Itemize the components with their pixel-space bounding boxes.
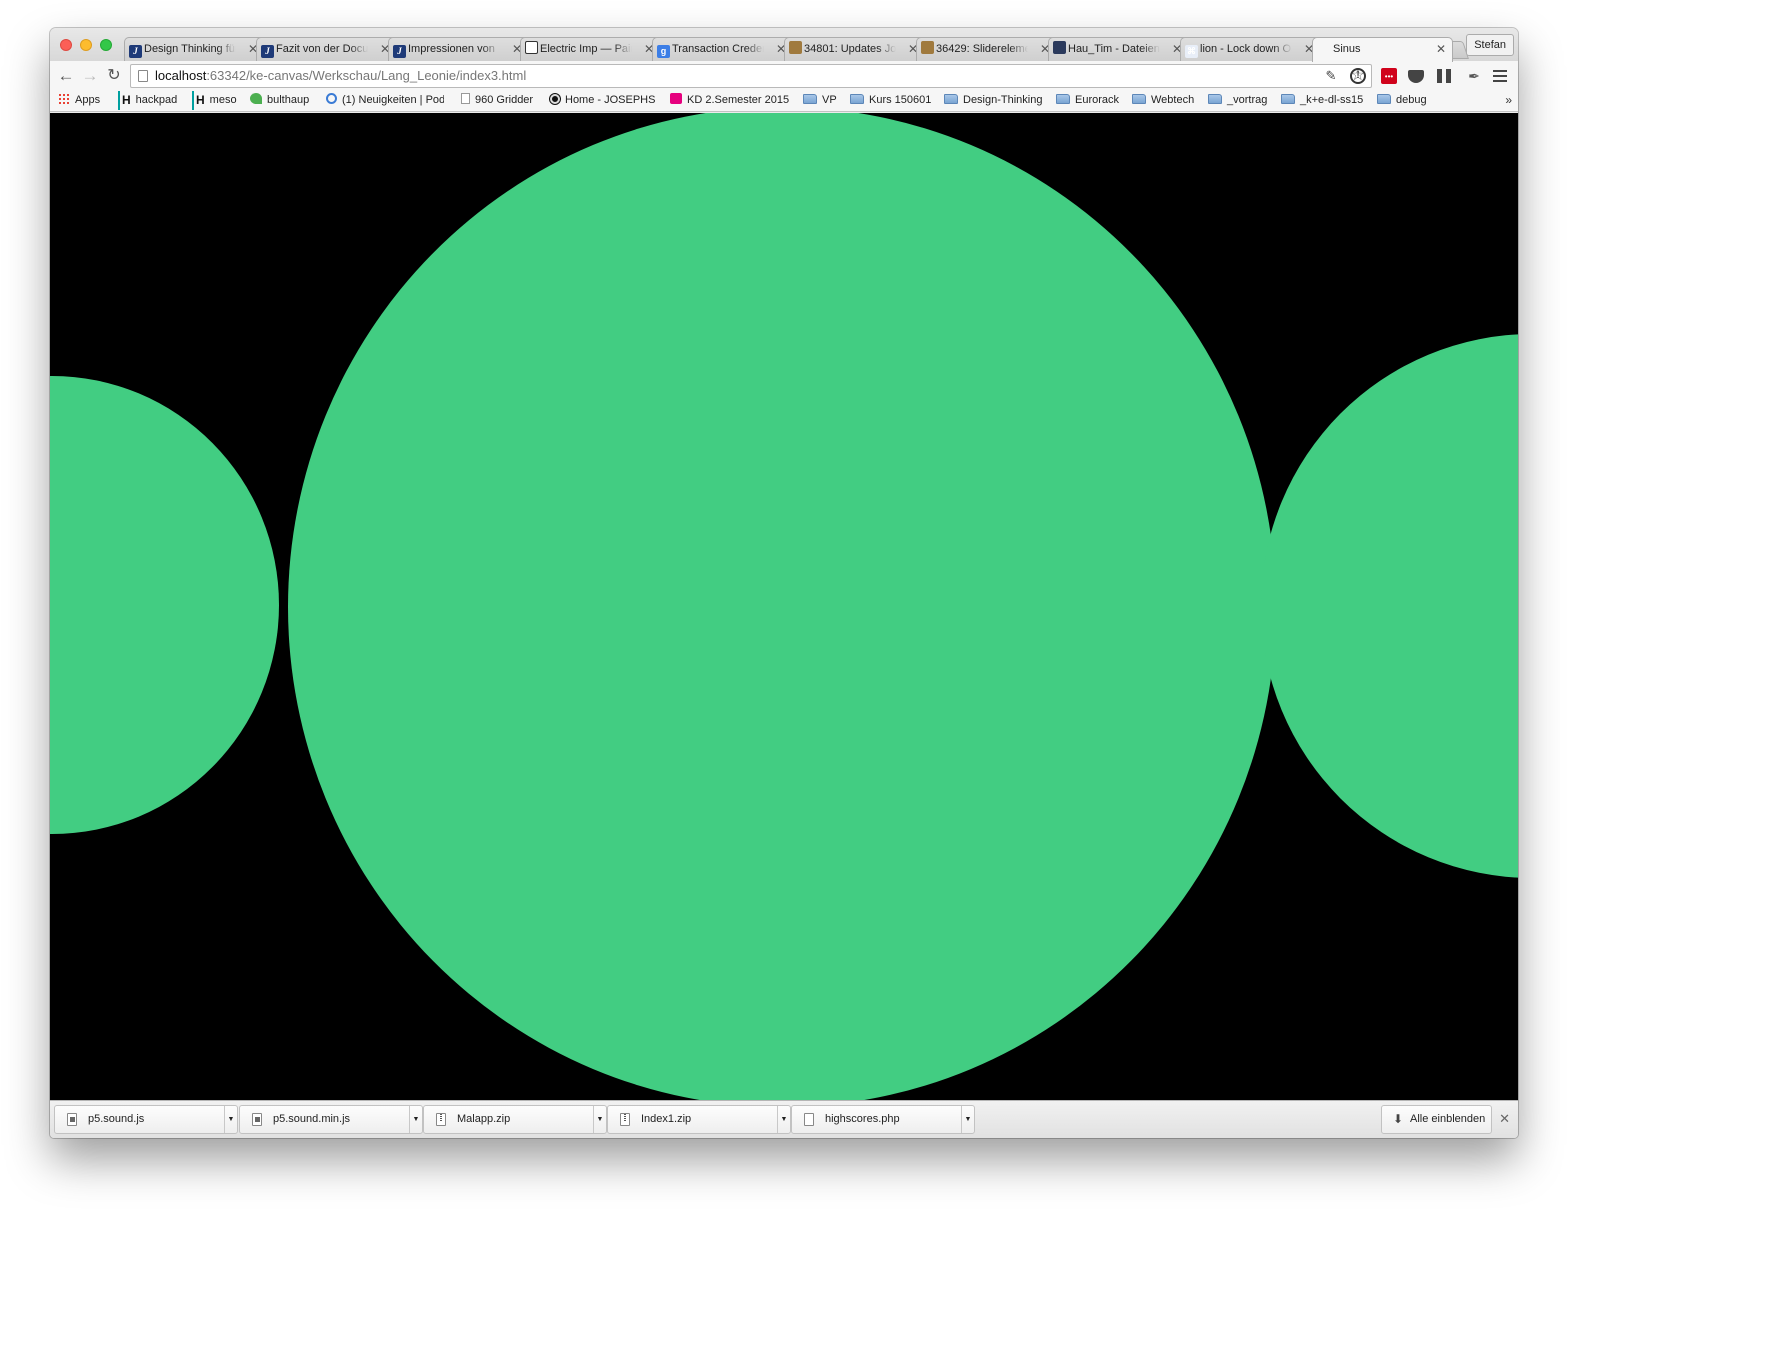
bookmark-folder-webtech[interactable]: Webtech bbox=[1132, 91, 1194, 110]
eyedropper-icon[interactable]: ✒ bbox=[1465, 67, 1483, 85]
toolbar: ← → ↻ localhost:63342/ke-canvas/Werkscha… bbox=[50, 61, 1518, 91]
hackpad-icon: H bbox=[192, 91, 205, 110]
lastpass-icon[interactable]: ••• bbox=[1381, 68, 1397, 84]
pocket-icon[interactable] bbox=[1408, 70, 1424, 83]
download-item[interactable]: Malapp.zip ▼ bbox=[423, 1105, 607, 1134]
bookmark-folder-vp[interactable]: VP bbox=[803, 91, 837, 110]
bookmark-meso[interactable]: Hmeso bbox=[192, 91, 237, 110]
back-arrow-icon[interactable]: ← bbox=[56, 66, 76, 86]
kd-icon bbox=[670, 93, 682, 104]
bookmark-folder-design-thinking[interactable]: Design-Thinking bbox=[944, 91, 1042, 110]
download-item[interactable]: p5.sound.min.js ▼ bbox=[239, 1105, 423, 1134]
show-all-downloads-button[interactable]: ⬇ Alle einblenden bbox=[1381, 1105, 1492, 1134]
folder-icon bbox=[1132, 94, 1146, 104]
window-minimize-button[interactable] bbox=[80, 39, 92, 51]
pod-icon bbox=[326, 93, 337, 104]
zip-file-icon bbox=[436, 1113, 446, 1126]
tab-close-icon[interactable]: ✕ bbox=[1436, 38, 1446, 61]
download-item[interactable]: p5.sound.js ▼ bbox=[54, 1105, 238, 1134]
zip-file-icon bbox=[620, 1113, 630, 1126]
readability-icon[interactable] bbox=[1437, 69, 1451, 83]
house-icon bbox=[921, 41, 934, 54]
close-icon[interactable]: ✕ bbox=[1499, 1111, 1510, 1127]
profile-button[interactable]: Stefan bbox=[1466, 34, 1514, 56]
jimdo-icon: J bbox=[393, 45, 406, 58]
browser-window: J Design Thinking für ✕ J Fazit von der Doc… bbox=[50, 28, 1518, 1138]
download-shelf: p5.sound.js ▼ p5.sound.min.js ▼ Malapp.z… bbox=[50, 1100, 1518, 1138]
download-arrow-icon: ⬇ bbox=[1393, 1112, 1404, 1126]
folder-icon bbox=[803, 94, 817, 104]
chevron-down-icon[interactable]: ▼ bbox=[593, 1106, 606, 1133]
file-icon bbox=[804, 1113, 814, 1126]
hackpad-icon: H bbox=[118, 91, 131, 110]
bookmarks-overflow-chevron[interactable]: » bbox=[1505, 91, 1512, 110]
page-icon bbox=[138, 70, 148, 82]
window-close-button[interactable] bbox=[60, 39, 72, 51]
apps-grid-icon bbox=[58, 93, 70, 104]
page-icon bbox=[461, 93, 470, 104]
download-item[interactable]: highscores.php ▼ bbox=[791, 1105, 975, 1134]
download-item[interactable]: Index1.zip ▼ bbox=[607, 1105, 791, 1134]
chevron-down-icon[interactable]: ▼ bbox=[961, 1106, 974, 1133]
g-icon: g bbox=[657, 45, 670, 58]
folder-icon bbox=[944, 94, 958, 104]
address-bar[interactable]: localhost:63342/ke-canvas/Werkschau/Lang… bbox=[130, 64, 1372, 88]
forward-arrow-icon[interactable]: → bbox=[80, 66, 100, 86]
tab-design-thinking[interactable]: J Design Thinking für ✕ bbox=[124, 37, 265, 61]
onepassword-icon[interactable]: ! bbox=[1350, 68, 1366, 84]
folder-icon bbox=[1056, 94, 1070, 104]
bookmarks-bar: Apps Hhackpad Hmeso bulthaup (1) Neuigke… bbox=[50, 91, 1518, 112]
reload-icon[interactable]: ↻ bbox=[104, 66, 124, 86]
tab-36429-sliderelement[interactable]: 36429: Sliderelement✕ bbox=[916, 37, 1057, 61]
file-icon bbox=[67, 1113, 77, 1126]
tab-strip: J Design Thinking für ✕ J Fazit von der Doc… bbox=[50, 28, 1518, 62]
cloud-icon bbox=[1053, 41, 1066, 54]
page-canvas[interactable] bbox=[50, 113, 1518, 1100]
bookmark-folder-kurs[interactable]: Kurs 150601 bbox=[850, 91, 931, 110]
tab-transaction-credentials[interactable]: gTransaction Credentials✕ bbox=[652, 37, 793, 61]
circle-center bbox=[288, 113, 1276, 1100]
tab-electric-imp[interactable]: Electric Imp — Pair ✕ bbox=[520, 37, 661, 61]
bookmark-apps[interactable]: Apps bbox=[58, 91, 100, 110]
tab-34801-updates[interactable]: 34801: Updates Jo ✕ bbox=[784, 37, 925, 61]
jimdo-icon: J bbox=[261, 45, 274, 58]
folder-icon bbox=[1208, 94, 1222, 104]
circle-left bbox=[50, 376, 279, 834]
bookmark-kd-semester[interactable]: KD 2.Semester 2015 bbox=[670, 91, 789, 110]
bookmark-folder-vortrag[interactable]: _vortrag bbox=[1208, 91, 1267, 110]
bookmark-bulthaup[interactable]: bulthaup bbox=[250, 91, 309, 110]
folder-icon bbox=[1377, 94, 1391, 104]
imp-icon bbox=[525, 41, 538, 54]
window-zoom-button[interactable] bbox=[100, 39, 112, 51]
disc-icon bbox=[550, 94, 560, 104]
bookmark-neuigkeiten[interactable]: (1) Neuigkeiten | Pod bbox=[326, 91, 444, 110]
bookmark-folder-debug[interactable]: debug bbox=[1377, 91, 1427, 110]
leaf-icon bbox=[250, 93, 262, 104]
chevron-down-icon[interactable]: ▼ bbox=[777, 1106, 790, 1133]
tab-fazit[interactable]: J Fazit von der Docu ✕ bbox=[256, 37, 397, 61]
folder-icon bbox=[1281, 94, 1295, 104]
jimdo-icon: J bbox=[129, 45, 142, 58]
bookmark-folder-eurorack[interactable]: Eurorack bbox=[1056, 91, 1119, 110]
tab-hau-tim[interactable]: Hau_Tim - Dateien ✕ bbox=[1048, 37, 1189, 61]
tab-impressionen[interactable]: J Impressionen von ✕ bbox=[388, 37, 529, 61]
menu-icon[interactable] bbox=[1493, 70, 1507, 82]
house-icon bbox=[789, 41, 802, 54]
tab-lion-lock-down[interactable]: ⌘ lion - Lock down OS ✕ bbox=[1180, 37, 1321, 61]
bookmark-960-gridder[interactable]: 960 Gridder bbox=[461, 91, 533, 110]
chevron-down-icon[interactable]: ▼ bbox=[224, 1106, 237, 1133]
command-icon: ⌘ bbox=[1185, 45, 1198, 58]
folder-icon bbox=[850, 94, 864, 104]
bookmark-folder-k-e-dl[interactable]: _k+e-dl-ss15 bbox=[1281, 91, 1363, 110]
evernote-icon[interactable]: ✎ bbox=[1322, 67, 1340, 85]
bookmark-hackpad[interactable]: Hhackpad bbox=[118, 91, 177, 110]
bookmark-josephs[interactable]: Home - JOSEPHS bbox=[550, 91, 655, 110]
circle-right bbox=[1261, 334, 1518, 878]
file-icon bbox=[252, 1113, 262, 1126]
tab-sinus[interactable]: Sinus ✕ bbox=[1312, 37, 1453, 62]
chevron-down-icon[interactable]: ▼ bbox=[409, 1106, 422, 1133]
